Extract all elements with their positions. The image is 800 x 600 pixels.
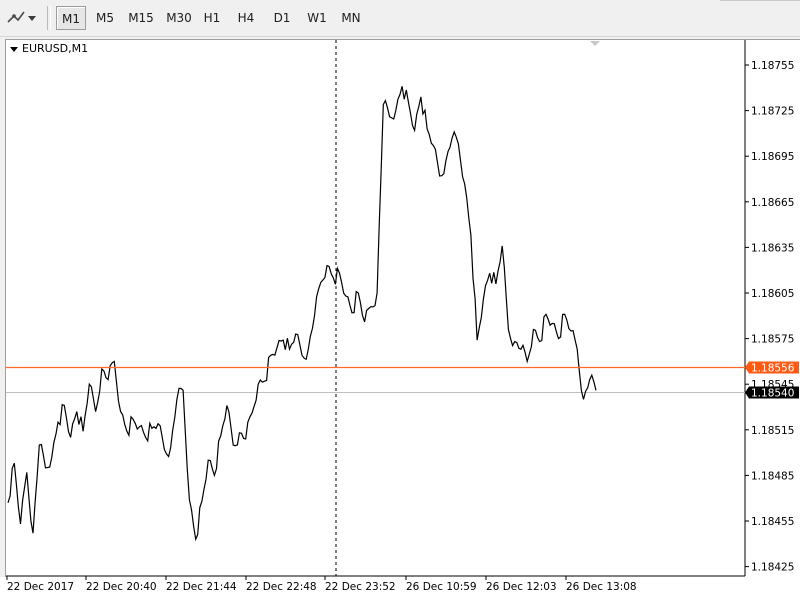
time-label: 26 Dec 10:59 <box>406 581 477 593</box>
price-level-label: 1.18665 <box>751 197 794 209</box>
ask-price-label: 1.18556 <box>751 363 795 375</box>
price-level-label: 1.18575 <box>751 334 794 346</box>
bid-price-label: 1.18540 <box>751 388 794 400</box>
price-level-label: 1.18425 <box>751 562 794 574</box>
time-label: 22 Dec 22:48 <box>246 581 317 593</box>
time-label: 22 Dec 2017 <box>7 581 74 593</box>
chart-shift-marker-icon[interactable] <box>590 41 600 46</box>
price-level-label: 1.18605 <box>751 288 794 300</box>
price-chart[interactable]: 1.18755 1.18725 1.18695 1.18665 1.18635 1.186… <box>0 0 800 600</box>
price-level-label: 1.18725 <box>751 106 794 118</box>
time-label: 26 Dec 13:08 <box>566 581 637 593</box>
price-series-line <box>7 86 597 542</box>
time-label: 22 Dec 23:52 <box>325 581 396 593</box>
price-level-label: 1.18635 <box>751 242 794 254</box>
price-level-label: 1.18755 <box>751 60 794 72</box>
time-label: 22 Dec 21:44 <box>166 581 237 593</box>
time-label: 26 Dec 12:03 <box>486 581 557 593</box>
time-label: 22 Dec 20:40 <box>86 581 157 593</box>
price-level-label: 1.18455 <box>751 516 794 528</box>
price-level-label: 1.18695 <box>751 151 794 163</box>
price-level-label: 1.18485 <box>751 470 794 482</box>
price-level-label: 1.18515 <box>751 425 794 437</box>
